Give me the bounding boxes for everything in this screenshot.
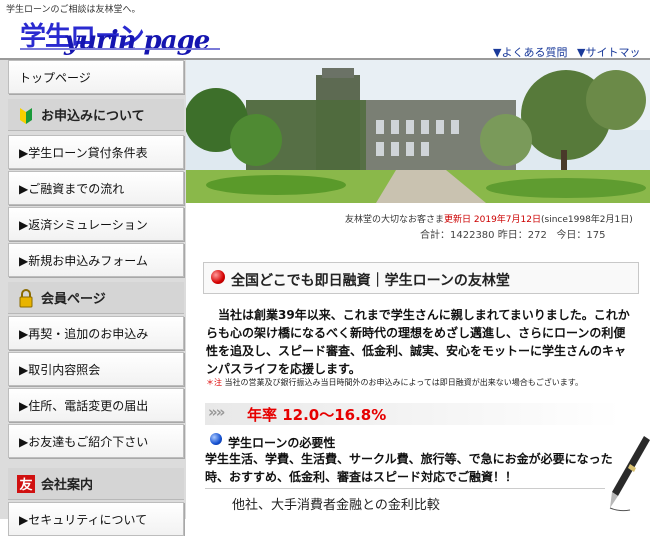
- sidebar-item-transactions[interactable]: ▶取引内容照会: [8, 352, 184, 386]
- update-label: 更新日: [444, 215, 472, 225]
- sidebar-item-process[interactable]: ▶ご融資までの流れ: [8, 171, 184, 205]
- notice-body: 当社の営業及び銀行振込み当日時間外のお申込みによっては即日融資が出来ない場合もご…: [224, 378, 583, 387]
- double-chevron-icon: »»: [208, 403, 225, 421]
- company-logo-icon: 友: [17, 474, 35, 493]
- red-bullet-icon: [211, 270, 225, 284]
- need-text: 学生生活、学費、生活費、サークル費、旅行等、で急にお金が必要になった時、おすすめ…: [205, 452, 613, 484]
- beginner-mark-icon: [20, 107, 32, 124]
- counter-today: 175: [586, 230, 606, 241]
- padlock-icon: [19, 288, 33, 307]
- logo-script: yurin page: [64, 26, 210, 56]
- sidebar-heading-member: 会員ページ: [8, 282, 184, 314]
- sidebar-item-refer-friend[interactable]: ▶お友達もご紹介下さい: [8, 424, 184, 458]
- counter-yesterday-label: 昨日：: [497, 230, 528, 241]
- sidebar-item-top[interactable]: トップページ: [8, 60, 184, 94]
- sidebar-item-simulation[interactable]: ▶返済シミュレーション: [8, 207, 184, 241]
- sidebar-heading-apply: お申込みについて: [8, 99, 184, 131]
- sidebar-heading-label: 会員ページ: [41, 292, 106, 307]
- sidebar: トップページ お申込みについて ▶学生ローン貸付条件表 ▶ご融資までの流れ ▶返…: [0, 60, 186, 536]
- access-counter: 合計：1422380 昨日：272 今日：175: [420, 226, 605, 241]
- sidebar-item-new-application[interactable]: ▶新規お申込みフォーム: [8, 243, 184, 277]
- notice-mark: ＊注: [206, 378, 222, 387]
- sidebar-item-loan-terms[interactable]: ▶学生ローン貸付条件表: [8, 135, 184, 169]
- update-prefix: 友林堂の大切なお客さま: [345, 215, 445, 225]
- sidebar-item-security[interactable]: ▶セキュリティについて: [8, 502, 184, 536]
- sidebar-heading-label: 会社案内: [41, 478, 94, 493]
- update-info: 友林堂の大切なお客さま更新日 2019年7月12日(since1998年2月1日…: [345, 212, 633, 225]
- sidebar-heading-label: お申込みについて: [41, 109, 145, 124]
- sidebar-item-address-change[interactable]: ▶住所、電話変更の届出: [8, 388, 184, 422]
- update-date: 2019年7月12日: [473, 215, 541, 225]
- counter-yesterday: 272: [527, 230, 547, 241]
- sidebar-item-reapply[interactable]: ▶再契・追加のお申込み: [8, 316, 184, 350]
- interest-rate: 年率 12.0～16.8%: [247, 406, 387, 424]
- main-title: 全国どこでも即日融資｜学生ローンの友林堂: [231, 273, 510, 289]
- logo-underline: [20, 48, 220, 50]
- sidebar-heading-company: 友 会社案内: [8, 468, 184, 500]
- site-logo[interactable]: 学生ローン yurin page: [12, 16, 242, 56]
- update-since: (since1998年2月1日): [541, 215, 633, 225]
- svg-text:友: 友: [19, 477, 32, 493]
- counter-today-label: 今日：: [556, 230, 587, 241]
- rate-comparison-heading[interactable]: 他社、大手消費者金融との金利比較: [232, 494, 440, 513]
- campus-photo: [186, 60, 650, 203]
- fountain-pen-icon: [609, 436, 650, 512]
- counter-total-label: 合計：: [420, 230, 450, 241]
- header-tagline: 学生ローンのご相談は友林堂へ。: [6, 5, 141, 15]
- need-heading: 学生ローンの必要性: [228, 436, 336, 450]
- counter-total: 1422380: [450, 230, 495, 241]
- intro-text: 当社は創業39年以来、これまで学生さんに親しまれてまいりました。これからも心の架…: [206, 308, 630, 376]
- blue-bullet-icon: [210, 433, 222, 445]
- notice-text: ＊注 当社の営業及び銀行振込み当日時間外のお申込みによっては即日融資が出来ない場…: [206, 377, 583, 388]
